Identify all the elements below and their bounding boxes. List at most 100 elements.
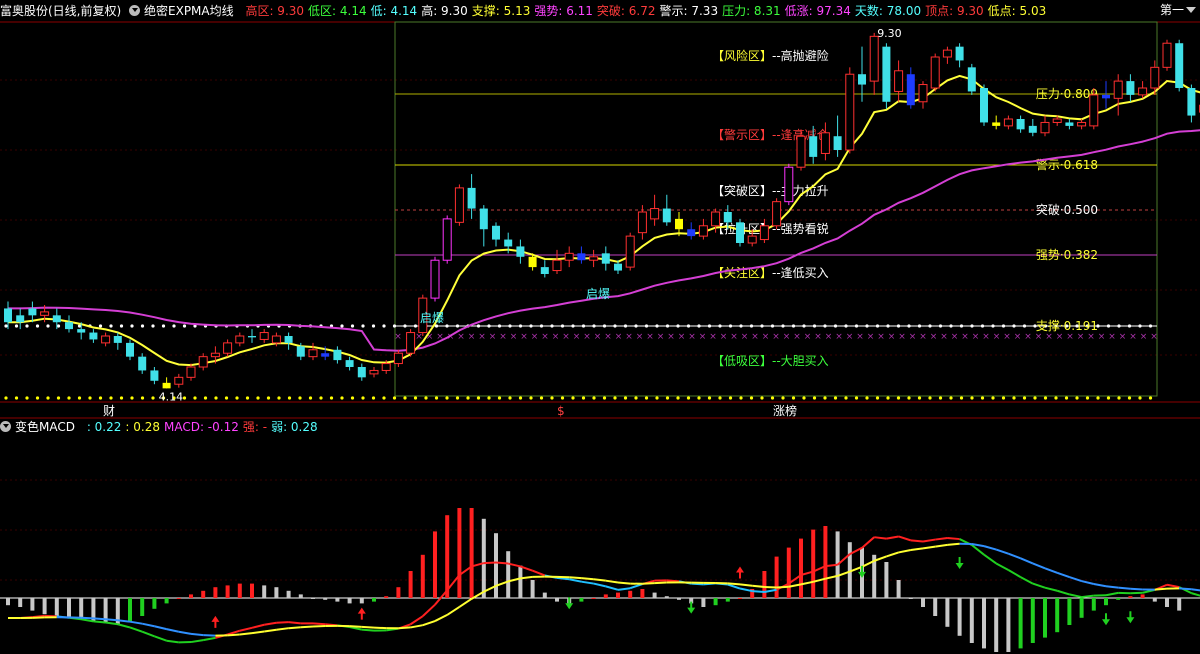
macd-dea-line: [446, 606, 460, 616]
macd-bar: [591, 598, 596, 599]
cross-marker: ×: [741, 332, 749, 342]
baseline-dot: [592, 396, 596, 400]
baseline-dot: [875, 396, 880, 400]
cross-marker: ×: [667, 332, 675, 342]
buy-arrow-icon: [211, 615, 220, 628]
candle-body: [820, 132, 830, 154]
candle-body: [614, 263, 622, 271]
macd-bar: [530, 580, 535, 598]
candle-body: [430, 259, 440, 299]
low-price-label: 4.14: [159, 390, 184, 403]
candle-body: [333, 349, 342, 361]
macd-dea-line: [276, 627, 289, 631]
macd-dea-line: [1179, 587, 1192, 591]
baseline-dot: [749, 396, 754, 400]
macd-dea-line: [1105, 585, 1119, 589]
macd-bar: [1030, 598, 1035, 643]
support-dot: [644, 324, 649, 328]
baseline-dot: [550, 396, 554, 400]
macd-dea-line: [727, 582, 741, 586]
support-dot: [676, 324, 680, 328]
candle-body: [467, 187, 476, 209]
zone-label: 【低吸区】--大胆买入: [712, 354, 829, 368]
cross-marker: ×: [1129, 332, 1137, 342]
macd-dea-line: [178, 630, 192, 635]
baseline-dot: [193, 396, 197, 400]
baseline-dot: [1106, 396, 1111, 400]
macd-dea-line: [1008, 552, 1021, 560]
macd-bar: [42, 598, 47, 615]
cross-marker: ×: [1140, 332, 1148, 342]
cross-marker: ×: [1087, 332, 1095, 342]
candle-body: [381, 363, 391, 371]
macd-bar: [67, 598, 71, 618]
macd-dea-line: [1032, 562, 1046, 570]
candle-body: [357, 367, 366, 378]
candle: [1187, 84, 1196, 123]
cross-marker: ×: [1077, 332, 1085, 342]
baseline-dot: [77, 396, 82, 400]
candle-body: [784, 166, 794, 203]
support-dot: [613, 324, 617, 328]
candle-body: [504, 239, 513, 247]
macd-bar: [469, 508, 474, 598]
support-dot: [896, 324, 901, 328]
candle-body: [271, 335, 281, 344]
candle-body: [845, 73, 855, 151]
candle-body: [1187, 88, 1196, 116]
support-dot: [56, 324, 61, 328]
macd-bar: [420, 554, 425, 598]
candle: [406, 329, 416, 357]
macd-bar: [372, 598, 376, 602]
macd-dif-line: [995, 562, 1009, 571]
zone-label: 【拉升区】--强势看锐: [712, 221, 829, 236]
candle-body: [1065, 122, 1074, 126]
candle: [1016, 115, 1025, 133]
baseline-dot: [1075, 396, 1079, 400]
macd-bar: [1116, 598, 1121, 600]
cross-marker: ×: [699, 332, 707, 342]
support-dot: [476, 324, 481, 328]
cross-marker: ×: [961, 332, 969, 342]
baseline-dot: [88, 396, 92, 400]
kline-chart[interactable]: × × × × × × × × × × × × × × × × × × × × × × × × × × × × × × × × × × × × × × × ×…: [0, 0, 1200, 654]
baseline-dot: [476, 396, 481, 400]
candle: [369, 367, 379, 378]
macd-dea-line: [910, 547, 924, 552]
macd-bar: [457, 508, 462, 598]
baseline-dot: [865, 396, 869, 400]
candle: [833, 115, 842, 157]
macd-bar: [1177, 598, 1182, 611]
candle: [393, 349, 403, 367]
macd-dea-line: [81, 616, 94, 620]
candle-body: [89, 332, 98, 340]
macd-dea-line: [605, 579, 619, 584]
candle-body: [4, 308, 12, 323]
support-dot: [98, 324, 103, 328]
macd-bar: [921, 598, 925, 607]
candle-body: [174, 376, 184, 385]
candle-body: [223, 342, 233, 354]
candle-body: [809, 136, 818, 157]
cross-marker: ×: [657, 332, 665, 342]
macd-dea-line: [581, 577, 594, 581]
support-dot: [508, 324, 512, 328]
macd-dea-line: [398, 626, 411, 630]
candle-body: [906, 74, 915, 106]
macd-dea-line: [886, 551, 899, 558]
cross-marker: ×: [457, 332, 465, 342]
baseline-dot: [539, 396, 544, 400]
candle-body: [736, 222, 744, 243]
macd-bar: [359, 598, 364, 604]
baseline-dot: [1043, 396, 1048, 400]
macd-dif-line: [141, 630, 155, 638]
macd-dif-line: [825, 563, 838, 568]
baseline-dot: [109, 396, 113, 400]
candle: [1175, 39, 1184, 92]
candle-body: [1175, 43, 1184, 88]
candle-body: [1102, 94, 1110, 99]
candle-body: [675, 218, 683, 230]
fib-label: 强势·0.382: [1036, 248, 1098, 262]
candle-body: [369, 369, 379, 375]
baseline-dot: [665, 396, 670, 400]
